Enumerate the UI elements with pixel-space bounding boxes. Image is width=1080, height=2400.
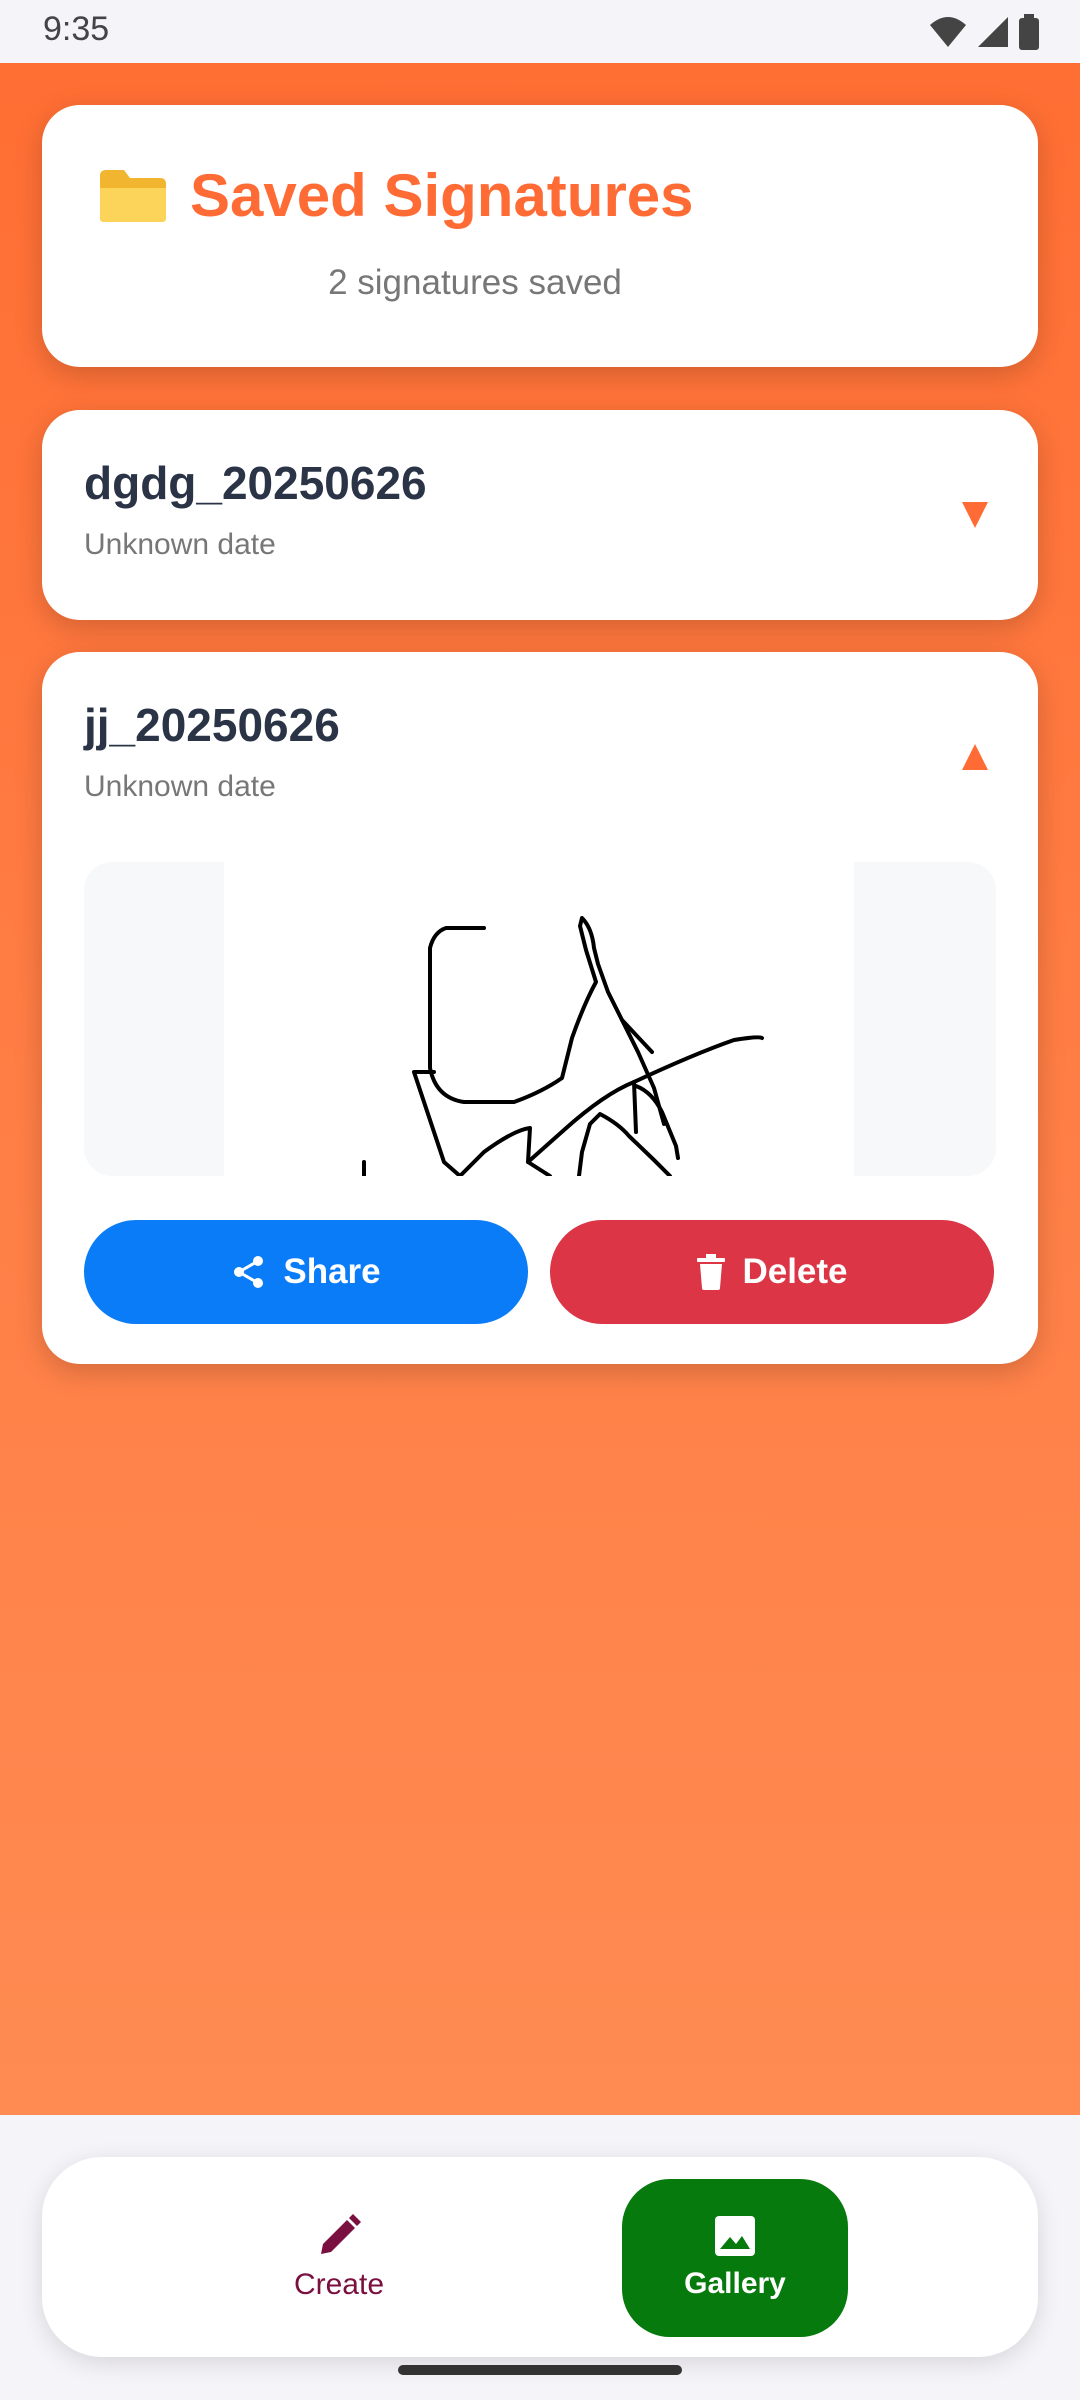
share-icon — [234, 1256, 264, 1288]
status-time: 9:35 — [43, 10, 110, 48]
expand-arrow-icon[interactable] — [962, 502, 988, 528]
pencil-icon — [321, 2214, 361, 2254]
delete-label: Delete — [742, 1252, 848, 1291]
signature-card[interactable]: dgdg_20250626 Unknown date — [42, 410, 1038, 620]
bottom-nav: Create Gallery — [42, 2157, 1038, 2357]
delete-button[interactable]: Delete — [550, 1220, 994, 1324]
signature-date: Unknown date — [84, 770, 276, 803]
battery-icon — [1019, 14, 1039, 50]
folder-icon — [100, 169, 166, 222]
nav-item-create[interactable]: Create — [226, 2179, 452, 2337]
signature-name: jj_20250626 — [84, 699, 340, 751]
signature-preview — [84, 862, 996, 1176]
signal-icon — [978, 17, 1008, 47]
page-title: Saved Signatures — [190, 162, 694, 229]
wifi-icon — [930, 17, 966, 47]
share-button[interactable]: Share — [84, 1220, 528, 1324]
status-bar: 9:35 — [0, 0, 1080, 63]
share-label: Share — [283, 1252, 381, 1291]
signature-drawing — [362, 916, 764, 1176]
trash-icon — [697, 1254, 726, 1290]
image-icon — [715, 2216, 755, 2256]
page-subtitle: 2 signatures saved — [328, 263, 622, 302]
collapse-arrow-icon[interactable] — [962, 744, 988, 770]
signature-date: Unknown date — [84, 528, 276, 561]
signature-card-expanded[interactable]: jj_20250626 Unknown date Share Delete — [42, 652, 1038, 1364]
signature-image — [224, 862, 854, 1176]
nav-label-gallery: Gallery — [684, 2267, 786, 2300]
status-icons — [928, 14, 1040, 50]
signature-name: dgdg_20250626 — [84, 457, 427, 509]
nav-label-create: Create — [293, 2268, 385, 2301]
header-title-row: Saved Signatures — [98, 161, 694, 230]
header-card: Saved Signatures 2 signatures saved — [42, 105, 1038, 367]
home-indicator[interactable] — [398, 2365, 682, 2375]
nav-item-gallery[interactable]: Gallery — [622, 2179, 848, 2337]
